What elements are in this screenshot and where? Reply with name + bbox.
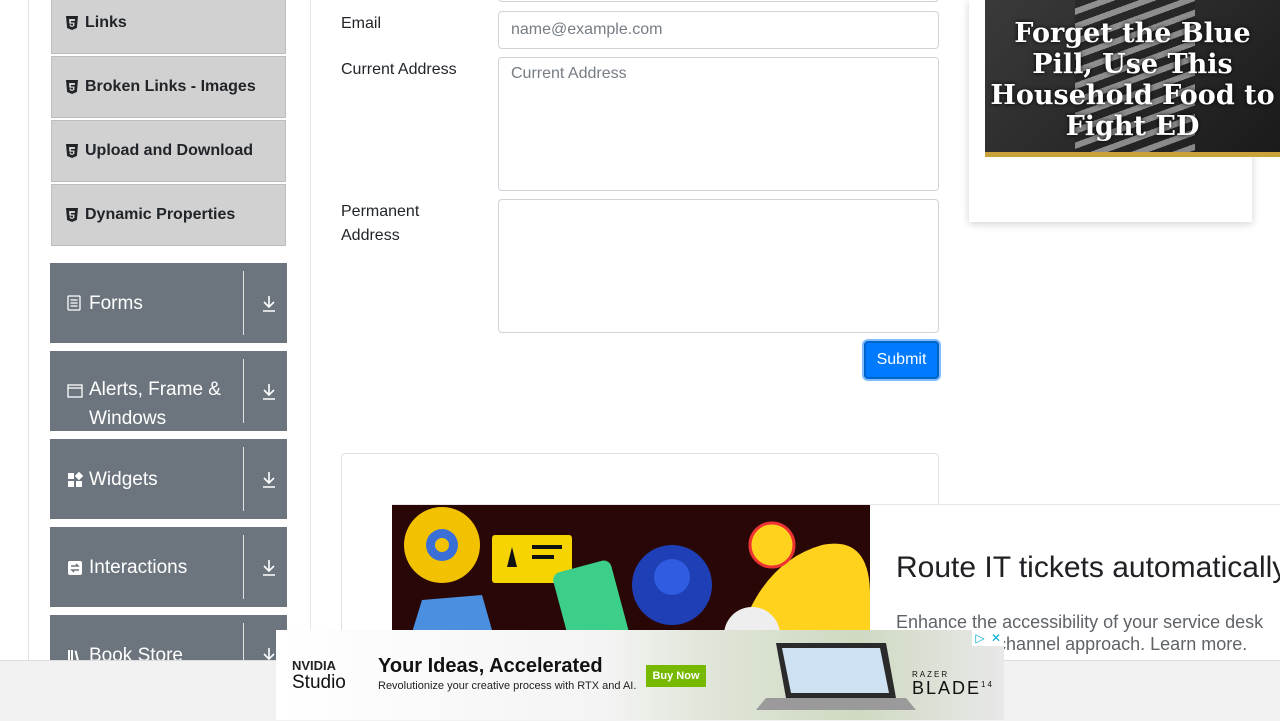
- blade-logo-text: BLADE14: [912, 678, 994, 698]
- email-input[interactable]: [498, 11, 939, 49]
- sidebar-group-interactions[interactable]: Interactions: [50, 527, 287, 607]
- window-icon: [67, 384, 83, 400]
- sidebar-right-border: [310, 0, 311, 660]
- html5-icon: [66, 15, 78, 30]
- sidebar-item-label: Broken Links - Images: [85, 78, 256, 95]
- group-divider: [243, 359, 244, 423]
- group-divider: [243, 447, 244, 511]
- email-label: Email: [341, 15, 382, 32]
- close-icon[interactable]: ✕: [988, 630, 1004, 646]
- form-icon: [67, 295, 83, 311]
- current-address-textarea[interactable]: [498, 57, 939, 191]
- adchoices-icon[interactable]: ▷: [972, 630, 988, 646]
- permanent-address-label: Permanent Address: [341, 203, 420, 244]
- html5-icon: [66, 144, 78, 158]
- group-label: Alerts, Frame & Windows: [89, 379, 221, 429]
- bottom-ad-title: Your Ideas, Accelerated: [378, 655, 603, 677]
- right-ad-text: Forget the Blue Pill, Use This Household…: [990, 18, 1275, 142]
- group-label: Interactions: [89, 557, 188, 578]
- bottom-ad-subtitle: Revolutionize your creative process with…: [378, 680, 637, 692]
- sidebar-item-label: Dynamic Properties: [85, 206, 236, 223]
- sidebar-item-broken-links[interactable]: Broken Links - Images: [51, 56, 286, 118]
- interactions-icon: [67, 560, 83, 576]
- group-divider: [243, 271, 244, 335]
- laptop-image: [756, 643, 916, 710]
- ad-border: [985, 152, 1280, 157]
- sidebar-item-upload-download[interactable]: Upload and Download: [51, 120, 286, 182]
- sidebar-item-links[interactable]: Links: [51, 0, 286, 54]
- sidebar-group-alerts-frame-windows[interactable]: Alerts, Frame & Windows: [50, 351, 287, 431]
- page-left-border: [28, 0, 29, 660]
- group-divider: [243, 535, 244, 599]
- group-label: Widgets: [89, 469, 158, 490]
- download-arrow-icon[interactable]: [261, 383, 277, 401]
- sidebar-item-dynamic-properties[interactable]: Dynamic Properties: [51, 184, 286, 246]
- mid-ad-headline: Route IT tickets automatically: [896, 551, 1280, 584]
- sidebar-group-widgets[interactable]: Widgets: [50, 439, 287, 519]
- group-label: Forms: [89, 293, 143, 314]
- download-arrow-icon[interactable]: [261, 295, 277, 313]
- sidebar-item-label: Upload and Download: [85, 142, 253, 159]
- full-name-input-edge[interactable]: [498, 0, 939, 2]
- current-address-label: Current Address: [341, 61, 457, 78]
- studio-logo-text: Studio: [292, 672, 346, 693]
- sidebar-group-forms[interactable]: Forms: [50, 263, 287, 343]
- widgets-icon: [67, 471, 84, 488]
- html5-icon: [66, 208, 78, 222]
- bottom-ad-banner[interactable]: NVIDIA Studio Your Ideas, Accelerated Re…: [276, 630, 1004, 720]
- sidebar-item-label: Links: [85, 13, 127, 31]
- nvidia-logo-text: NVIDIA: [292, 658, 337, 673]
- permanent-address-textarea[interactable]: [498, 199, 939, 333]
- submit-button[interactable]: Submit: [864, 341, 939, 379]
- download-arrow-icon[interactable]: [261, 471, 277, 489]
- right-ad-banner[interactable]: Forget the Blue Pill, Use This Household…: [985, 0, 1280, 157]
- buy-now-button[interactable]: Buy Now: [646, 665, 706, 687]
- download-arrow-icon[interactable]: [261, 559, 277, 577]
- html5-icon: [66, 80, 78, 94]
